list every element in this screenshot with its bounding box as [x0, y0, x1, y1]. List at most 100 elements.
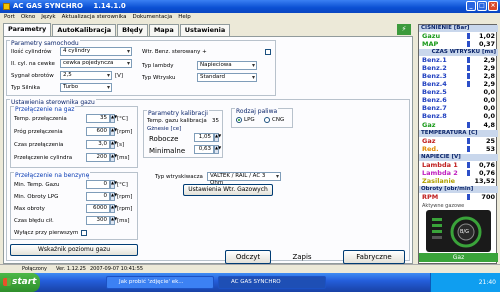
gas-injection-bar [467, 122, 470, 128]
close-button[interactable]: × [488, 1, 498, 11]
cyl-switch-input[interactable]: 200 [86, 153, 110, 162]
wtr-benz-label: Wtr. Benz. sterowany + [142, 49, 207, 55]
connect-icon[interactable]: ⚡ [397, 24, 411, 35]
max-rpm-spinner[interactable]: ▲▼ [110, 204, 117, 213]
benz3-row: Benz.3 2,8 [419, 72, 498, 80]
minimize-button[interactable]: _ [466, 1, 476, 11]
taskbar-item-acgas[interactable]: AC GAS SYNCHRO [218, 276, 326, 289]
engine-type-select[interactable]: Turbo [60, 83, 112, 92]
tab-ustawienia[interactable]: Ustawienia [179, 24, 231, 36]
min-rpm-lpg-input[interactable]: 0 [86, 192, 110, 201]
switch-temp-input[interactable]: 35 [86, 114, 110, 123]
rpm-signal-unit: [V] [115, 73, 124, 79]
gauge-icon [432, 216, 482, 248]
min-rpm-lpg-unit: [rpm] [117, 194, 133, 200]
benz6-label: Benz.6 [422, 96, 447, 104]
map-row: MAP 0,37 [419, 40, 498, 48]
menu-help[interactable]: Help [178, 13, 191, 22]
benz7-label: Benz.7 [422, 104, 447, 112]
rpm-header: Obroty [obr/min] [419, 186, 498, 193]
start-button[interactable]: start [0, 273, 40, 292]
window-title: AC GAS SYNCHRO [13, 2, 83, 10]
minimalne-input[interactable]: 0,63 [194, 145, 214, 154]
car-params-group: Parametry samochodu Ilość cylindrów 4 cy… [6, 40, 276, 96]
taskbar-item-browser[interactable]: Jak probić 'zdjęcie' ek... [106, 276, 214, 289]
fuel-type-group: Rodzaj paliwa LPG CNG [231, 108, 293, 128]
active-gas-label: Aktywne gazowe [422, 203, 465, 209]
switch-time-label: Czas przełączenia [14, 142, 64, 148]
injection-type-select[interactable]: Standard [197, 73, 257, 82]
tab-parametry[interactable]: Parametry [3, 23, 52, 36]
odczyt-button[interactable]: Odczyt [225, 250, 271, 264]
gas-pressure-bar [467, 33, 470, 39]
car-params-title: Parametry samochodu [10, 40, 80, 47]
system-tray: 21:40 [430, 273, 500, 292]
tab-bledy[interactable]: Błędy [117, 24, 148, 36]
tab-strip: Parametry AutoKalibracja Błędy Mapa Usta… [3, 23, 231, 36]
injector-type-select[interactable]: VALTEK / RAIL / AC 3 Ohm [207, 172, 281, 186]
engine-type-label: Typ Silnika [11, 85, 41, 91]
benz6-value: 0,0 [483, 96, 495, 104]
min-gas-temp-spinner[interactable]: ▲▼ [110, 180, 117, 189]
fuel-mode-gauge: B/G [426, 210, 491, 252]
error-time-spinner[interactable]: ▲▼ [110, 216, 117, 225]
calib-temp-value: 35 [212, 118, 219, 124]
benz3-value: 2,8 [483, 72, 495, 80]
calibration-group: Parametry kalibracji Temp. gazu kalibrac… [143, 110, 223, 158]
minimalne-label: Minimalne [149, 147, 186, 155]
red-temp-value: 53 [485, 145, 495, 153]
tab-mapa[interactable]: Mapa [148, 24, 179, 36]
gas-injection-label: Gaz [422, 121, 436, 129]
lambda-type-select[interactable]: Napieciowa [197, 61, 257, 70]
maximize-button[interactable]: □ [477, 1, 487, 11]
lambda1-bar [467, 162, 470, 168]
min-gas-temp-input[interactable]: 0 [86, 180, 110, 189]
min-rpm-lpg-spinner[interactable]: ▲▼ [110, 192, 117, 201]
cylinders-select[interactable]: 4 cylindry [60, 47, 132, 56]
cng-radio[interactable] [264, 117, 270, 123]
benz2-bar [467, 65, 470, 71]
rpm-signal-select[interactable]: 2,5 [60, 71, 112, 80]
robocze-label: Robocze [149, 135, 179, 143]
robocze-spinner[interactable]: ▲▼ [214, 133, 221, 142]
gas-temp-value: 25 [485, 137, 495, 145]
menu-port[interactable]: Port [4, 13, 15, 22]
switch-threshold-input[interactable]: 600 [86, 127, 110, 136]
start-label: start [12, 277, 37, 287]
max-rpm-input[interactable]: 6000 [86, 204, 110, 213]
menu-okno[interactable]: Okno [21, 13, 35, 22]
gas-temp-bar [467, 138, 470, 144]
menu-jezyk[interactable]: Język [41, 13, 55, 22]
lambda1-value: 0,76 [478, 161, 495, 169]
switch-threshold-unit: [rpm] [117, 129, 133, 135]
menu-dokumentacja[interactable]: Dokumentacja [132, 13, 172, 22]
benz1-bar [467, 57, 470, 63]
gas-injector-settings-button[interactable]: Ustawienia Wtr. Gazowych [183, 184, 273, 196]
benz1-value: 2,9 [483, 56, 495, 64]
cyl-switch-spinner[interactable]: ▲▼ [110, 153, 117, 162]
error-time-input[interactable]: 300 [86, 216, 110, 225]
minimalne-spinner[interactable]: ▲▼ [214, 145, 221, 154]
benz7-value: 0,0 [483, 104, 495, 112]
pressure-header: CIŚNIENIE [Bar] [419, 25, 498, 32]
zapis-button[interactable]: Zapis [279, 250, 325, 264]
benz1-row: Benz.1 2,9 [419, 56, 498, 64]
wtr-benz-checkbox[interactable] [265, 49, 271, 55]
disable-first-checkbox[interactable] [81, 230, 87, 236]
lpg-radio[interactable] [236, 117, 242, 123]
switch-threshold-spinner[interactable]: ▲▼ [110, 127, 117, 136]
windows-flag-icon [3, 278, 11, 286]
tab-autokalibracja[interactable]: AutoKalibracja [52, 24, 117, 36]
coil-select[interactable]: cewka pojedyncza [60, 59, 132, 68]
benz5-row: Benz.5 0,0 [419, 88, 498, 96]
gas-level-indicator-button[interactable]: Wskaźnik poziomu gazu [10, 244, 138, 256]
switch-temp-spinner[interactable]: ▲▼ [110, 114, 117, 123]
benz2-value: 2,9 [483, 64, 495, 72]
switch-time-input[interactable]: 3,0 [86, 140, 110, 149]
error-time-label: Czas błędu cił. [14, 218, 54, 224]
fabryczne-button[interactable]: Fabryczne [343, 250, 405, 264]
robocze-input[interactable]: 1,05 [194, 133, 214, 142]
menu-aktualizacja[interactable]: Aktualizacja sterownika [62, 13, 127, 22]
voltage-header: NAPIECIE [V] [419, 154, 498, 161]
switch-time-spinner[interactable]: ▲▼ [110, 140, 117, 149]
